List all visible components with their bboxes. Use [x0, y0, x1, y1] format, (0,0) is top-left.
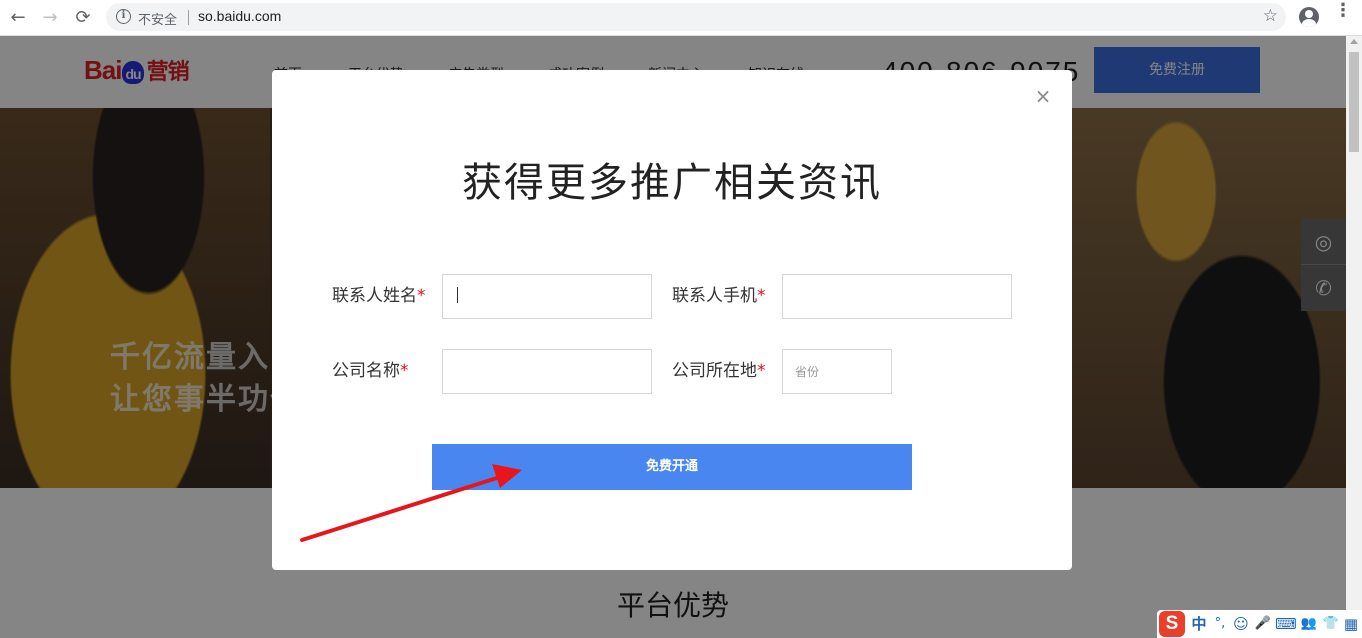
lead-form-modal: × 获得更多推广相关资讯 联系人姓名* 联系人手机* 公司名称* 公司所在地* …: [272, 70, 1072, 570]
bookmark-star-icon[interactable]: ☆: [1263, 6, 1278, 26]
account-icon[interactable]: [1299, 7, 1319, 27]
company-location-label: 公司所在地*: [672, 359, 766, 383]
ime-chinese-mode[interactable]: 中: [1189, 614, 1209, 634]
province-select[interactable]: [782, 349, 892, 394]
company-name-input[interactable]: [442, 349, 652, 394]
company-location-label-text: 公司所在地: [672, 361, 757, 381]
forward-icon[interactable]: →: [38, 6, 62, 30]
scroll-up-arrow-icon[interactable]: [1350, 39, 1358, 44]
close-icon[interactable]: ×: [1032, 85, 1054, 107]
contact-phone-label-text: 联系人手机: [672, 286, 757, 306]
reload-icon[interactable]: ⟳: [71, 6, 95, 30]
required-mark: *: [400, 361, 409, 381]
ime-punctuation-icon[interactable]: °,: [1211, 614, 1229, 634]
ime-toolbox-icon[interactable]: ▦: [1341, 614, 1361, 634]
url-text[interactable]: so.baidu.com: [198, 8, 281, 24]
page-scrollbar[interactable]: [1346, 36, 1362, 638]
company-name-label: 公司名称*: [332, 359, 409, 383]
security-status[interactable]: 不安全: [138, 9, 177, 28]
modal-title: 获得更多推广相关资讯: [462, 160, 882, 206]
ime-skin-icon[interactable]: 👕: [1321, 614, 1341, 634]
browser-toolbar: ← → ⟳ i 不安全 so.baidu.com ☆ ⋮: [0, 0, 1362, 36]
browser-menu-icon[interactable]: ⋮: [1334, 2, 1352, 28]
free-activate-button[interactable]: 免费开通: [432, 444, 912, 490]
address-divider: [188, 10, 189, 25]
sogou-ime-logo-icon[interactable]: S: [1159, 611, 1185, 637]
ime-voice-icon[interactable]: 🎤: [1253, 614, 1273, 634]
required-mark: *: [757, 286, 766, 306]
ime-toolbar: S 中 °, ☺ 🎤 ⌨ 👥 👕 ▦: [1157, 610, 1362, 638]
contact-name-input[interactable]: [442, 274, 652, 319]
required-mark: *: [757, 361, 766, 381]
contact-phone-label: 联系人手机*: [672, 284, 766, 308]
address-bar[interactable]: i 不安全 so.baidu.com ☆: [106, 3, 1286, 31]
contact-name-label: 联系人姓名*: [332, 284, 426, 308]
back-icon[interactable]: ←: [6, 6, 30, 30]
company-name-label-text: 公司名称: [332, 361, 400, 381]
text-caret: [457, 287, 458, 303]
ime-users-icon[interactable]: 👥: [1299, 614, 1319, 634]
scroll-thumb[interactable]: [1349, 52, 1359, 152]
info-icon[interactable]: i: [116, 9, 131, 24]
ime-emoji-icon[interactable]: ☺: [1231, 614, 1251, 634]
contact-phone-input[interactable]: [782, 274, 1012, 319]
ime-keyboard-icon[interactable]: ⌨: [1275, 614, 1297, 634]
required-mark: *: [417, 286, 426, 306]
contact-name-label-text: 联系人姓名: [332, 286, 417, 306]
